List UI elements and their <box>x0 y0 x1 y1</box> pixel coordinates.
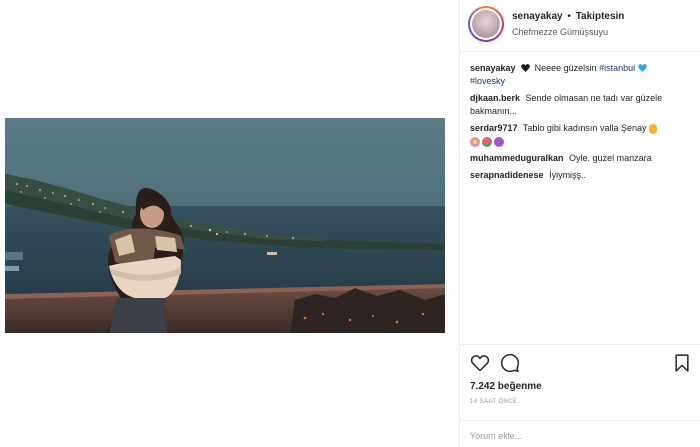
add-comment-bar <box>460 420 700 447</box>
heart-outline-icon[interactable] <box>470 353 490 373</box>
caption-username[interactable]: senayakay <box>470 63 516 73</box>
comment-item: djkaan.berk Sende olmasan ne tadı var gü… <box>470 92 696 118</box>
avatar-border <box>470 8 502 40</box>
hashtag-lovesky[interactable]: #lovesky <box>470 76 505 86</box>
post-media-pane <box>0 0 459 447</box>
comment-text: Tablo gibi kadınsın valla Şenay <box>522 123 647 133</box>
header-username[interactable]: senayakay <box>512 11 563 22</box>
post-details-pane: senayakay • Takiptesin Chefmezze Gümüşsu… <box>460 0 700 447</box>
comment-username[interactable]: muhammeduguralkan <box>470 153 564 163</box>
caption-text: Neeee güzelsin <box>534 63 597 73</box>
header-title: senayakay • Takiptesin <box>512 11 624 22</box>
avatar-image <box>472 10 500 38</box>
black-heart-icon <box>521 64 530 72</box>
comment-username[interactable]: djkaan.berk <box>470 93 520 103</box>
post-actions: 7.242 beğenme 14 SAAT ÖNCE <box>460 344 700 447</box>
purple-heart-icon <box>494 136 504 147</box>
caption: senayakay Neeee güzelsin #istanbul #love… <box>470 62 696 88</box>
location-link[interactable]: Chefmezze Gümüşsuyu <box>512 27 608 37</box>
post-photo-image <box>5 118 445 333</box>
like-count[interactable]: 7.242 beğenme <box>470 381 542 392</box>
comment-bubble-icon[interactable] <box>500 353 520 373</box>
comment-text: Oyle. guzel manzara <box>569 153 652 163</box>
avatar[interactable] <box>468 6 504 42</box>
comment-username[interactable]: serdar9717 <box>470 123 518 133</box>
comment-item: muhammeduguralkan Oyle. guzel manzara <box>470 152 696 165</box>
header-separator: • <box>567 11 571 22</box>
bookmark-icon[interactable] <box>672 353 692 373</box>
add-comment-input[interactable] <box>470 428 690 444</box>
follow-status[interactable]: Takiptesin <box>576 11 625 22</box>
comment-item: serdar9717 Tablo gibi kadınsın valla Şen… <box>470 122 696 148</box>
hashtag-istanbul[interactable]: #istanbul <box>599 63 635 73</box>
flower-emoji-icon <box>470 136 480 147</box>
comment-item: serapnadidenese İyiymişş.. <box>470 169 696 182</box>
hand-emoji-icon <box>649 123 657 134</box>
blue-heart-icon <box>637 64 647 72</box>
post-header: senayakay • Takiptesin Chefmezze Gümüşsu… <box>460 0 700 52</box>
tulip-emoji-icon <box>482 136 492 147</box>
comment-list: senayakay Neeee güzelsin #istanbul #love… <box>470 62 696 186</box>
emoji-row <box>470 136 504 147</box>
comment-username[interactable]: serapnadidenese <box>470 170 544 180</box>
comment-text: İyiymişş.. <box>549 170 587 180</box>
post-timestamp[interactable]: 14 SAAT ÖNCE <box>470 399 517 405</box>
post-photo[interactable] <box>5 118 445 333</box>
